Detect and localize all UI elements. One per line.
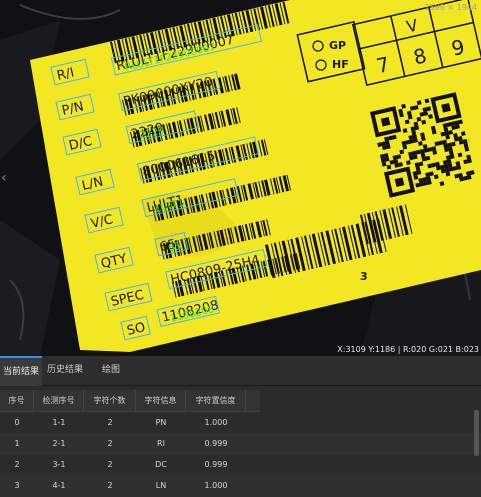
table-scrollbar[interactable] — [474, 410, 479, 456]
table-cell: 2 — [107, 481, 113, 490]
table-cell: 1.000 — [204, 418, 228, 427]
table-row[interactable]: 1 2-1 2 RI 0.999 — [0, 433, 481, 455]
image-viewer[interactable]: GP HF V 7 8 9 3 R/I RLULT1F22900007 RLULT1… — [0, 0, 481, 356]
table-cell: 3-1 — [52, 460, 66, 469]
gp-mark: GP — [329, 39, 346, 52]
table-cell: PN — [155, 418, 167, 427]
tab-plot[interactable]: 绘图 — [88, 356, 134, 386]
table-cell: 2 — [107, 439, 113, 448]
hf-mark: HF — [332, 58, 349, 71]
header-detect-index[interactable]: 检测序号 — [34, 390, 84, 412]
table-cell: 1 — [14, 439, 20, 448]
table-cell: 0.999 — [204, 460, 228, 469]
tab-history-result[interactable]: 历史结果 — [42, 356, 88, 386]
table-cell: 4-1 — [52, 481, 66, 490]
table-cell: 2 — [107, 418, 113, 427]
label-digit: 3 — [360, 270, 368, 283]
table-row[interactable]: 3 4-1 2 LN 1.000 — [0, 475, 481, 497]
header-char-count[interactable]: 字符个数 — [84, 390, 136, 412]
image-size-readout: 2598 × 1944 — [424, 3, 477, 12]
table-cell: LN — [155, 481, 167, 490]
table-cell: 3 — [14, 481, 20, 490]
inspection-photo: GP HF V 7 8 9 3 R/IRLULT1F22900007RLULT1… — [0, 0, 481, 356]
table-row[interactable]: 2 3-1 2 DC 0.999 — [0, 454, 481, 476]
table-cell: 2-1 — [52, 439, 66, 448]
table-cell: DC — [155, 460, 167, 469]
pixel-info-readout: X:3109 Y:1186 | R:020 G:021 B:023 — [337, 345, 479, 354]
table-cell: 2 — [14, 460, 20, 469]
table-cell: RI — [157, 439, 165, 448]
table-cell: 0.999 — [204, 439, 228, 448]
table-cell: 2 — [107, 460, 113, 469]
table-header: 序号 检测序号 字符个数 字符信息 字符置信度 — [0, 390, 260, 412]
tab-current-result[interactable]: 当前结果 — [0, 356, 42, 386]
table-cell: 1.000 — [204, 481, 228, 490]
result-tabs: 当前结果 历史结果 绘图 — [0, 356, 481, 386]
header-char-confidence[interactable]: 字符置信度 — [186, 390, 246, 412]
table-cell: 0 — [14, 418, 20, 427]
chevron-left-icon[interactable]: ‹ — [1, 170, 7, 186]
table-cell: 1-1 — [52, 418, 66, 427]
header-index[interactable]: 序号 — [0, 390, 34, 412]
header-char-info[interactable]: 字符信息 — [136, 390, 186, 412]
result-table: 序号 检测序号 字符个数 字符信息 字符置信度 0 1-1 2 PN 1.000 1 2-1… — [0, 390, 481, 497]
table-row[interactable]: 0 1-1 2 PN 1.000 — [0, 412, 481, 434]
